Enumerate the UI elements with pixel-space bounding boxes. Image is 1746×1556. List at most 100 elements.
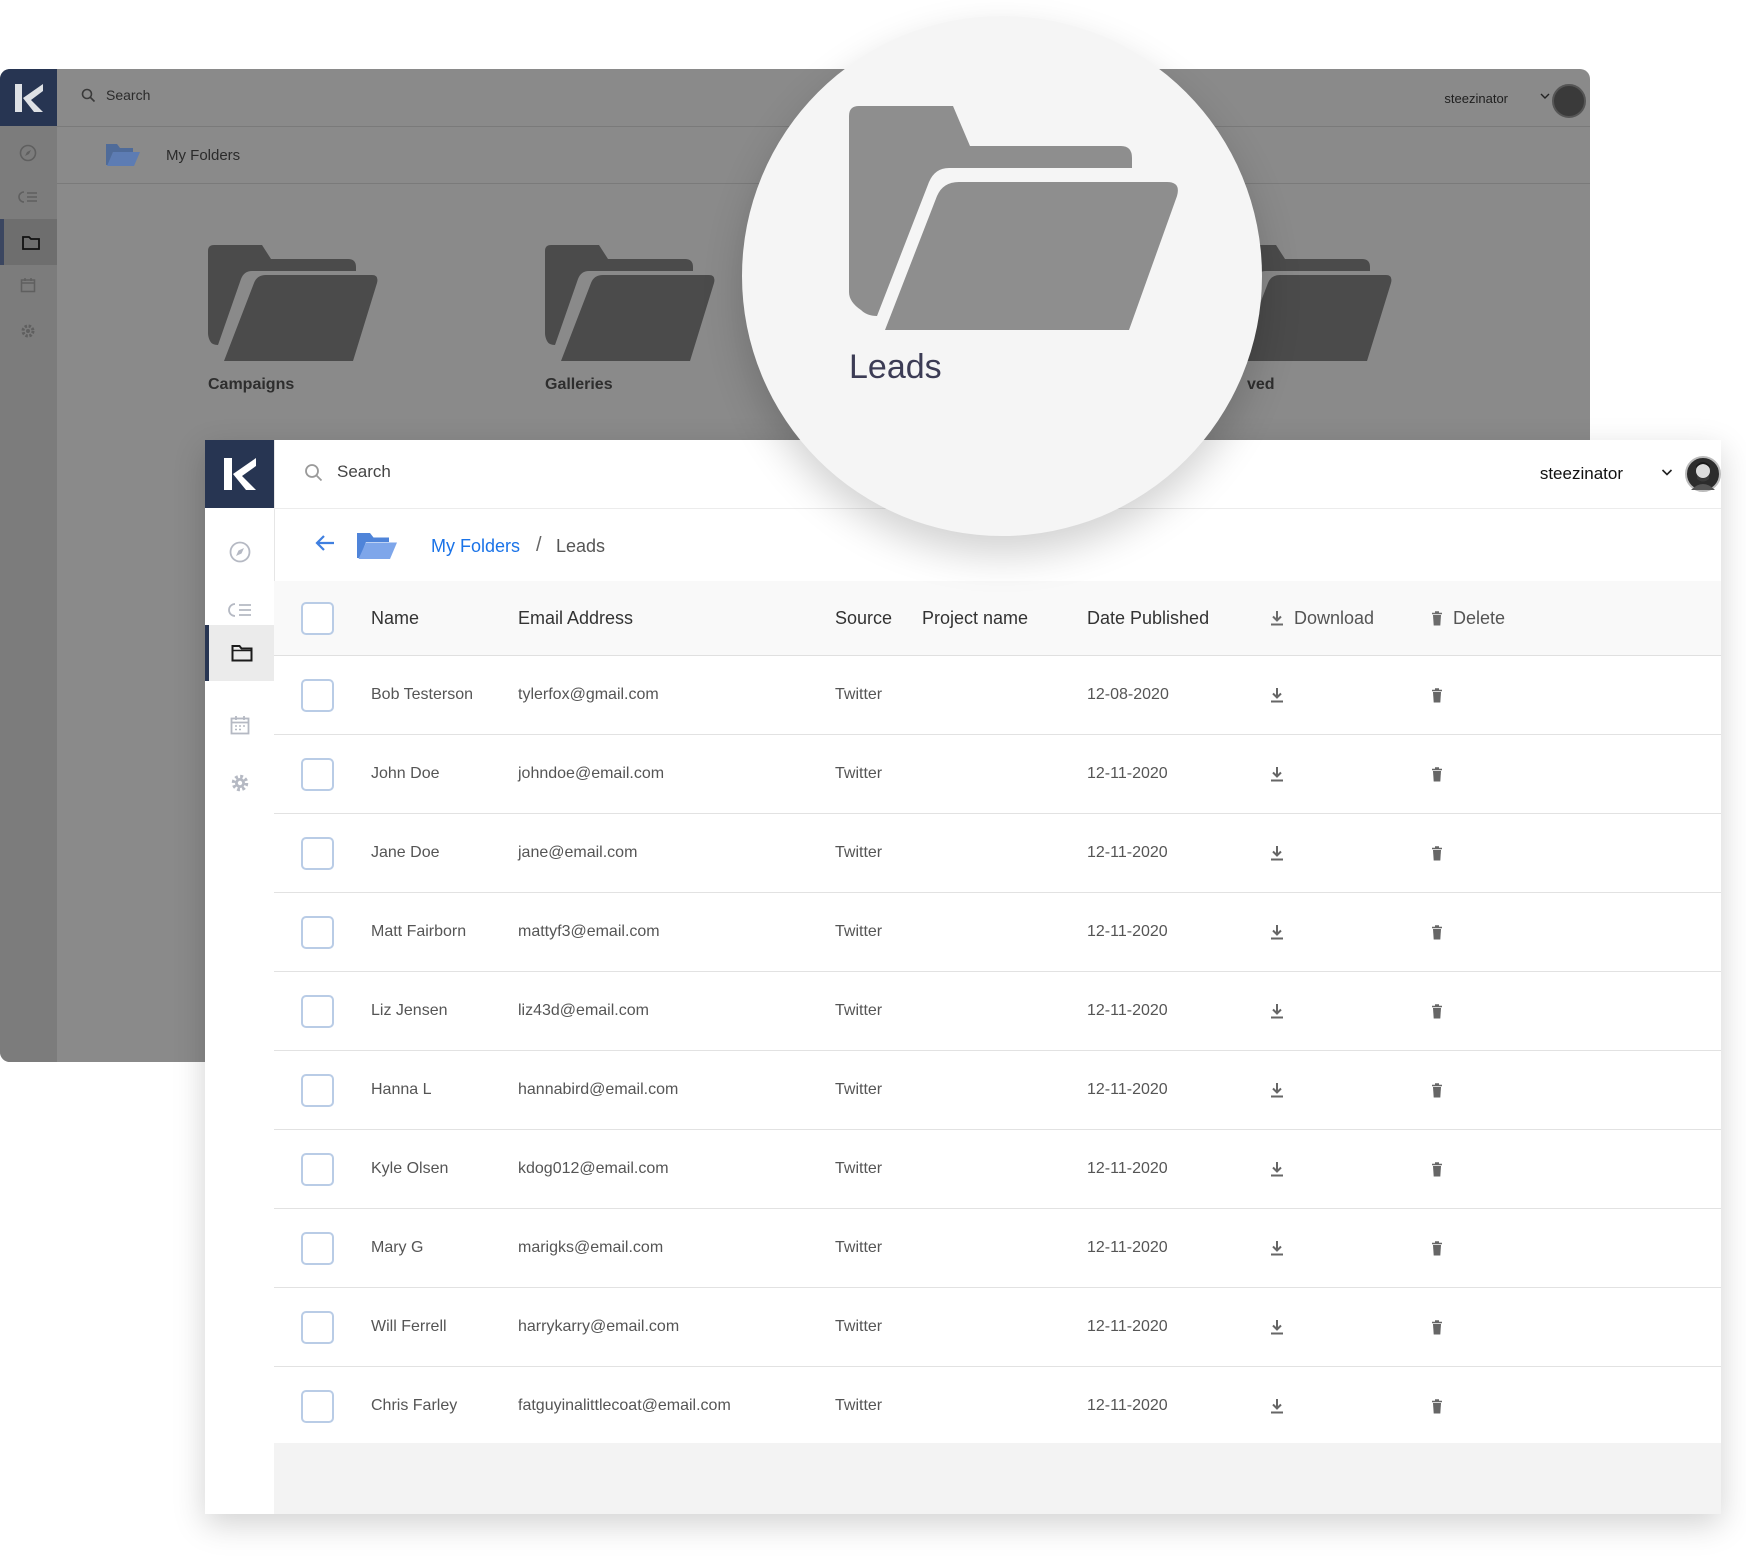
bg-calendar-icon	[17, 274, 39, 296]
row-checkbox[interactable]	[301, 1389, 334, 1423]
table-footer	[274, 1443, 1721, 1514]
column-header-name[interactable]: Name	[371, 581, 419, 655]
delete-label: Delete	[1453, 607, 1506, 628]
trash-icon[interactable]	[1431, 766, 1443, 782]
username[interactable]: steezinator	[1540, 464, 1623, 484]
lead-source: Twitter	[835, 923, 883, 940]
calendar-icon	[230, 716, 249, 735]
lead-source: Twitter	[835, 1160, 883, 1177]
row-checkbox[interactable]	[301, 915, 334, 949]
lead-email: marigks@email.com	[518, 1239, 664, 1256]
bg-breadcrumb-folder-icon	[105, 141, 141, 172]
download-icon[interactable]	[1270, 1161, 1284, 1177]
avatar[interactable]	[1685, 456, 1721, 492]
app-logo[interactable]	[205, 440, 274, 508]
download-icon[interactable]	[1270, 1240, 1284, 1256]
lead-source: Twitter	[835, 1318, 883, 1335]
lead-email: harrykarry@email.com	[518, 1318, 680, 1335]
breadcrumb-current: Leads	[556, 536, 606, 556]
download-icon[interactable]	[1270, 766, 1284, 782]
breadcrumb-separator: /	[536, 534, 542, 556]
bg-search-label: Search	[106, 87, 151, 103]
back-button[interactable]	[314, 533, 336, 558]
trash-icon[interactable]	[1431, 924, 1443, 940]
download-icon[interactable]	[1270, 1398, 1284, 1414]
trash-icon[interactable]	[1431, 1398, 1443, 1414]
bg-folder-galleries: Galleries	[545, 245, 715, 393]
row-checkbox[interactable]	[301, 836, 334, 870]
download-icon[interactable]	[1270, 1319, 1284, 1335]
breadcrumb-my-folders-link[interactable]: My Folders	[431, 536, 520, 557]
row-checkbox[interactable]	[301, 1152, 334, 1186]
download-icon	[1271, 611, 1283, 626]
sidebar-item-folders[interactable]	[205, 625, 274, 681]
bg-search-icon	[81, 88, 96, 102]
lead-source: Twitter	[835, 1081, 883, 1098]
trash-icon[interactable]	[1431, 1082, 1443, 1098]
chevron-down-icon[interactable]	[1661, 464, 1673, 482]
row-checkbox[interactable]	[301, 994, 334, 1028]
lead-date-published: 12-11-2020	[1087, 1002, 1168, 1019]
column-header-source[interactable]: Source	[835, 581, 892, 655]
magnified-folder-label: Leads	[849, 348, 942, 386]
column-header-project[interactable]: Project name	[922, 581, 1028, 655]
logo-icon	[223, 458, 256, 490]
sidebar-item-settings[interactable]	[205, 755, 274, 811]
sidebar	[205, 440, 275, 1514]
table-row: Matt Fairborn mattyf3@email.com Twitter …	[274, 893, 1721, 972]
download-icon[interactable]	[1270, 845, 1284, 861]
breadcrumb-folder-icon	[356, 530, 398, 565]
download-icon[interactable]	[1270, 1082, 1284, 1098]
bg-username: steezinator	[1444, 91, 1508, 106]
list-icon	[227, 603, 251, 617]
trash-icon[interactable]	[1431, 1240, 1443, 1256]
bg-gear-icon	[17, 320, 39, 342]
table-row: Will Ferrell harrykarry@email.com Twitte…	[274, 1288, 1721, 1367]
folder-icon	[231, 645, 252, 662]
lead-email: kdog012@email.com	[518, 1160, 669, 1177]
select-all-checkbox[interactable]	[301, 601, 334, 635]
trash-icon[interactable]	[1431, 687, 1443, 703]
download-icon[interactable]	[1270, 1003, 1284, 1019]
bg-folder-label: ved	[1247, 376, 1275, 393]
trash-icon[interactable]	[1431, 1003, 1443, 1019]
column-header-email[interactable]: Email Address	[518, 581, 633, 655]
magnified-folder-callout: Leads	[742, 16, 1262, 536]
lead-name: Will Ferrell	[371, 1318, 447, 1335]
row-checkbox[interactable]	[301, 1310, 334, 1344]
lead-email: jane@email.com	[518, 844, 638, 861]
lead-date-published: 12-11-2020	[1087, 1318, 1168, 1335]
row-checkbox[interactable]	[301, 757, 334, 791]
lead-date-published: 12-11-2020	[1087, 1081, 1168, 1098]
row-checkbox[interactable]	[301, 1073, 334, 1107]
row-checkbox[interactable]	[301, 1231, 334, 1265]
trash-icon[interactable]	[1431, 1319, 1443, 1335]
lead-email: hannabird@email.com	[518, 1081, 679, 1098]
row-checkbox[interactable]	[301, 678, 334, 712]
lead-date-published: 12-11-2020	[1087, 765, 1168, 782]
bg-breadcrumb-label: My Folders	[166, 147, 241, 164]
bg-app-logo	[0, 69, 57, 126]
lead-date-published: 12-11-2020	[1087, 1160, 1168, 1177]
lead-date-published: 12-08-2020	[1087, 686, 1169, 703]
lead-date-published: 12-11-2020	[1087, 844, 1168, 861]
download-icon[interactable]	[1270, 687, 1284, 703]
sidebar-item-explore[interactable]	[205, 524, 274, 580]
trash-icon[interactable]	[1431, 845, 1443, 861]
trash-icon[interactable]	[1431, 1161, 1443, 1177]
sidebar-item-calendar[interactable]	[205, 697, 274, 753]
table-row: Jane Doe jane@email.com Twitter 12-11-20…	[274, 814, 1721, 893]
column-header-date[interactable]: Date Published	[1087, 581, 1209, 655]
lead-source: Twitter	[835, 686, 883, 703]
download-label: Download	[1294, 607, 1375, 628]
bg-list-icon	[17, 186, 39, 208]
bg-folder-icon	[208, 245, 378, 361]
lead-date-published: 12-11-2020	[1087, 923, 1168, 940]
bg-compass-icon	[17, 142, 39, 164]
table-row: Kyle Olsen kdog012@email.com Twitter 12-…	[274, 1130, 1721, 1209]
download-icon[interactable]	[1270, 924, 1284, 940]
search-input[interactable]	[337, 462, 757, 482]
delete-all-button[interactable]: Delete	[1431, 581, 1505, 655]
lead-name: Bob Testerson	[371, 686, 473, 703]
download-all-button[interactable]: Download	[1270, 581, 1374, 655]
